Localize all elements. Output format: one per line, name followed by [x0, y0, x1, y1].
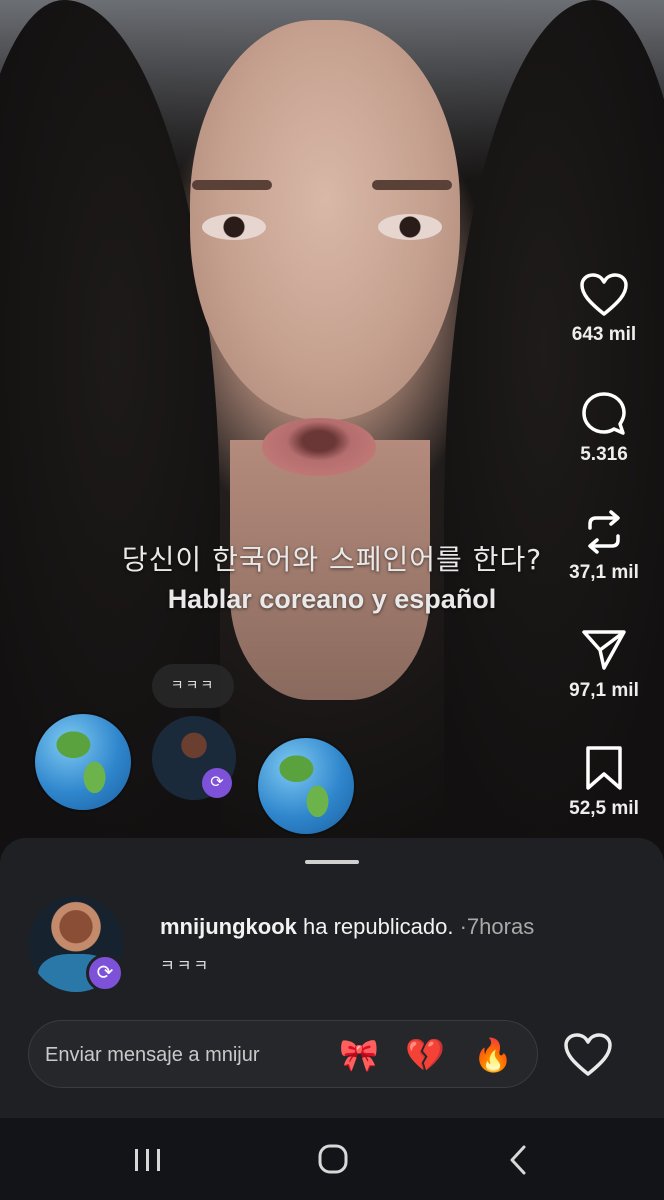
ribbon-emoji-button[interactable]: 🎀 — [337, 1033, 381, 1077]
home-button[interactable] — [308, 1138, 358, 1182]
heart-icon — [580, 273, 628, 316]
repost-button[interactable]: 37,1 mil — [562, 508, 646, 584]
message-composer: 🎀 💔 🔥 — [28, 1020, 538, 1088]
recent-apps-button[interactable] — [122, 1138, 172, 1182]
repost-time: 7horas — [466, 914, 535, 939]
caption-spanish: Hablar coreano y español — [167, 584, 497, 614]
heart-outline-icon — [564, 1033, 612, 1076]
globe-emoji-icon[interactable] — [35, 714, 131, 810]
eye-right — [378, 214, 442, 240]
repost-badge-icon: ⟳ — [202, 768, 232, 798]
broken-heart-emoji-button[interactable]: 💔 — [403, 1033, 447, 1077]
comment-count: 5.316 — [580, 444, 628, 465]
repost-badge-icon: ⟳ — [86, 954, 124, 992]
system-nav-bar — [0, 1118, 664, 1200]
repost-count: 37,1 mil — [569, 562, 639, 583]
mouth — [262, 418, 376, 476]
fire-emoji-button[interactable]: 🔥 — [471, 1033, 515, 1077]
repost-sheet: ⟳ mnijungkook ha republicado. ·7horas ㅋㅋ… — [0, 838, 664, 1118]
back-icon — [510, 1145, 526, 1175]
globe-emoji-icon[interactable] — [258, 738, 354, 834]
like-button[interactable]: 643 mil — [562, 272, 646, 346]
repost-info: mnijungkook ha republicado. ·7horas — [160, 914, 534, 940]
repost-comment-bubble: ㅋㅋㅋ — [152, 664, 234, 708]
like-count: 643 mil — [571, 324, 637, 345]
message-input[interactable] — [45, 1035, 315, 1075]
eyebrow-right — [372, 180, 452, 190]
recent-apps-icon — [135, 1149, 160, 1171]
repost-avatars-row: ㅋㅋㅋ ⟳ — [0, 660, 664, 834]
separator-dot: · — [459, 914, 467, 939]
back-button[interactable] — [494, 1138, 544, 1182]
repost-icon — [588, 510, 620, 554]
comment-button[interactable]: 5.316 — [562, 390, 646, 466]
repost-comment: ㅋㅋㅋ — [160, 956, 211, 975]
like-message-button[interactable] — [562, 1032, 614, 1078]
sheet-drag-handle[interactable] — [305, 860, 359, 864]
repost-action-text: ha republicado. — [303, 914, 454, 939]
home-icon — [318, 1144, 348, 1174]
comment-icon — [582, 392, 626, 435]
eyebrow-left — [192, 180, 272, 190]
eye-left — [202, 214, 266, 240]
username-link[interactable]: mnijungkook — [160, 914, 297, 939]
